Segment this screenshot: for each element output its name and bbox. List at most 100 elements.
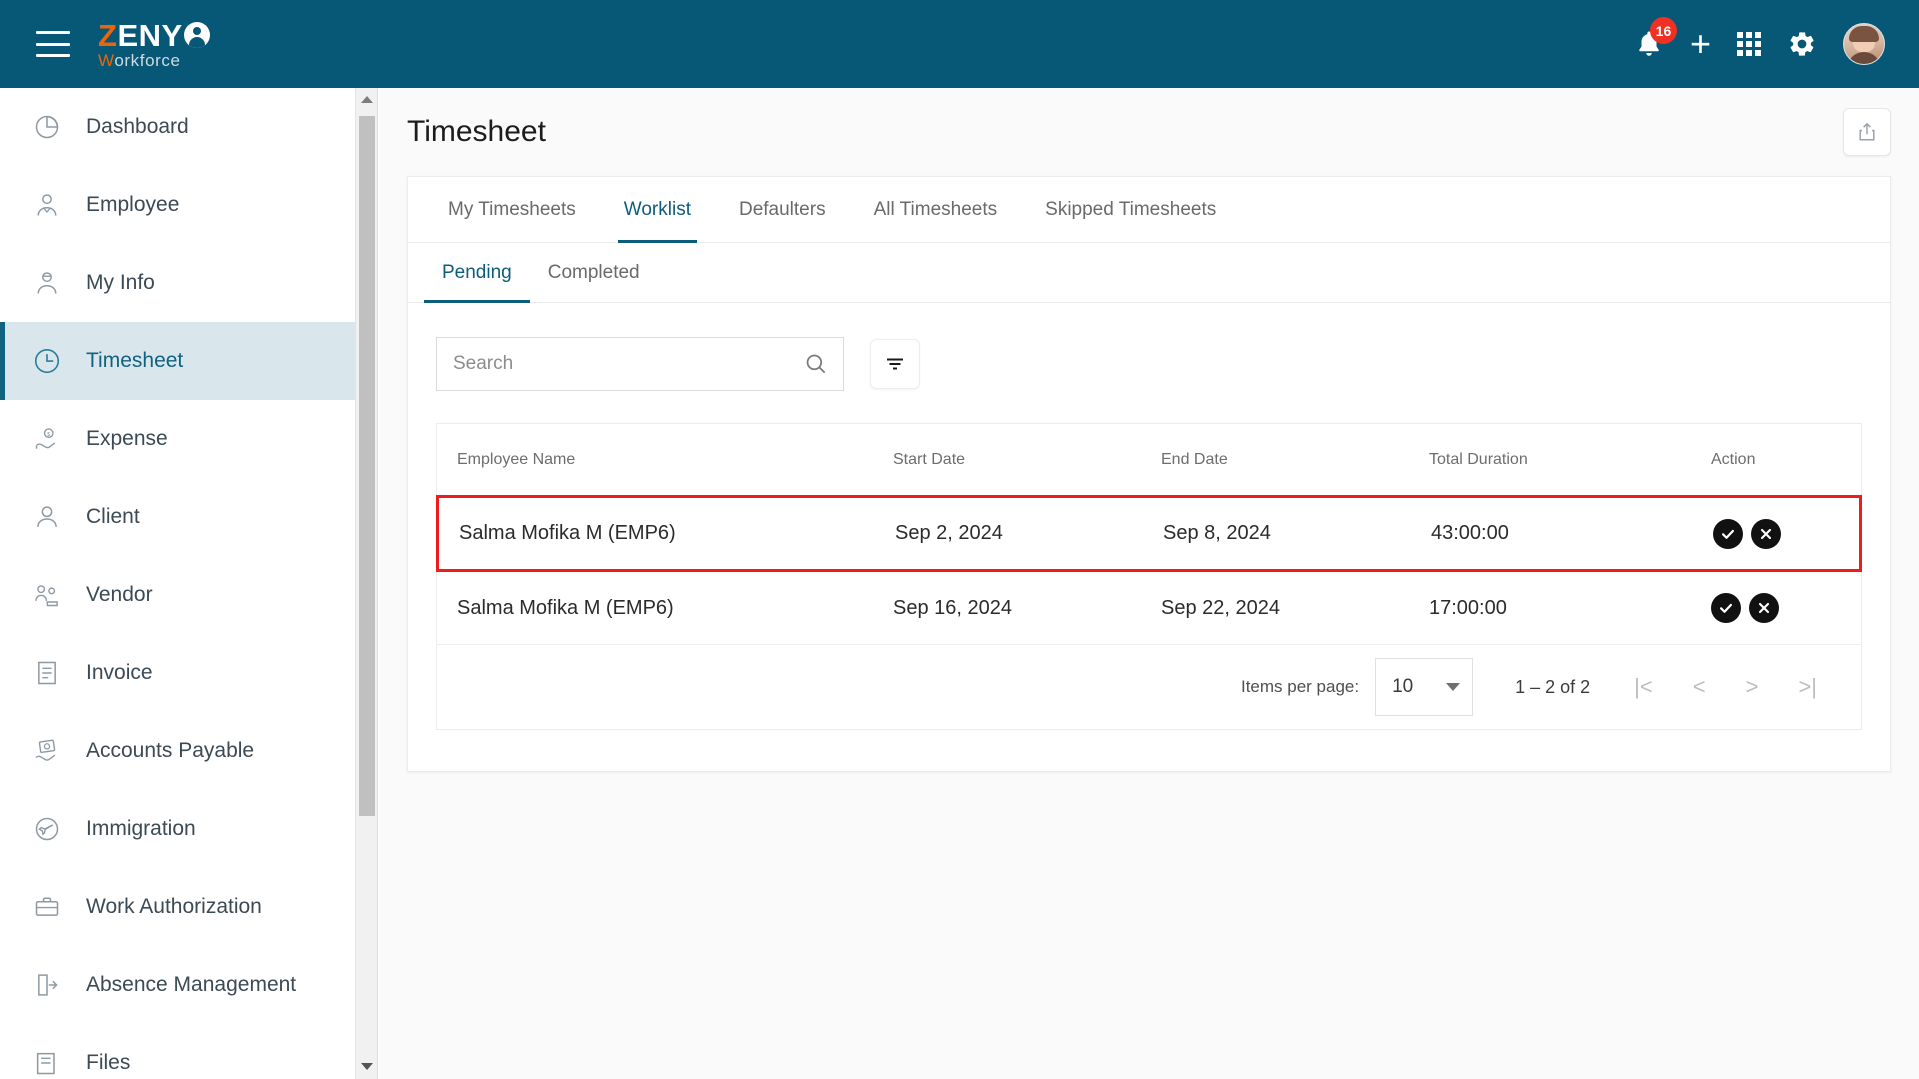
timesheet-tabs: My Timesheets Worklist Defaulters All Ti… (408, 177, 1890, 243)
vendor-icon (30, 578, 64, 612)
sidebar-item-label: Employee (86, 193, 180, 216)
sidebar-item-label: Immigration (86, 817, 196, 840)
pagination-navigation: |< < > >| (1634, 674, 1817, 700)
add-new-button[interactable]: + (1690, 26, 1711, 62)
top-navigation-bar: Z ENY Workforce 16 + (0, 0, 1919, 88)
sidebar-item-label: Accounts Payable (86, 739, 255, 762)
reject-button[interactable] (1751, 518, 1781, 549)
sidebar-item-client[interactable]: Client (0, 478, 355, 556)
logo-sub-w: W (98, 50, 115, 70)
tab-worklist[interactable]: Worklist (600, 177, 715, 243)
sidebar-scrollbar[interactable] (356, 88, 378, 1079)
worklist-subtabs: Pending Completed (408, 243, 1890, 303)
logo-letters-eny: ENY (117, 17, 183, 53)
cell-employee-name: Salma Mofika M (EMP6) (459, 522, 676, 544)
topbar-actions: 16 + (1634, 17, 1885, 65)
hamburger-menu-icon[interactable] (36, 31, 70, 57)
sidebar-item-expense[interactable]: $ Expense (0, 400, 355, 478)
scroll-up-button[interactable] (356, 88, 378, 110)
column-header-action: Action (1711, 450, 1756, 468)
main-content: Timesheet My Timesheets Worklist Default… (379, 88, 1919, 1079)
sidebar-item-label: Absence Management (86, 973, 297, 996)
zenyo-workforce-logo[interactable]: Z ENY Workforce (98, 20, 210, 69)
pie-chart-icon (30, 110, 64, 144)
search-input[interactable] (453, 353, 803, 375)
notifications-button[interactable]: 16 (1634, 17, 1677, 60)
subtab-label: Completed (547, 261, 640, 283)
next-page-button[interactable]: > (1746, 674, 1759, 700)
briefcase-icon (30, 890, 64, 924)
files-icon (30, 1046, 64, 1079)
items-per-page-select[interactable]: 10 (1375, 658, 1474, 716)
notification-count-badge: 16 (1649, 17, 1677, 44)
grid-apps-icon (1737, 32, 1761, 56)
previous-page-button[interactable]: < (1693, 674, 1706, 700)
sidebar-item-files[interactable]: Files (0, 1024, 355, 1079)
sidebar-item-work-authorization[interactable]: Work Authorization (0, 868, 355, 946)
reject-button[interactable] (1749, 593, 1779, 623)
accounts-payable-icon (30, 734, 64, 768)
scrollbar-thumb[interactable] (359, 116, 375, 816)
sidebar-item-dashboard[interactable]: Dashboard (0, 88, 355, 166)
subtab-pending[interactable]: Pending (424, 243, 530, 303)
logo-sub-rest: orkforce (114, 50, 181, 70)
filter-button[interactable] (870, 339, 920, 389)
expense-hand-money-icon: $ (30, 422, 64, 456)
approve-button[interactable] (1713, 518, 1743, 549)
approve-button[interactable] (1711, 593, 1741, 623)
items-per-page-label: Items per page: (1240, 677, 1360, 696)
tab-all-timesheets[interactable]: All Timesheets (850, 177, 1022, 242)
sidebar-item-label: Files (86, 1051, 131, 1074)
pagination-range-label: 1 – 2 of 2 (1515, 676, 1591, 697)
clock-icon (30, 344, 64, 378)
sidebar-item-accounts-payable[interactable]: Accounts Payable (0, 712, 355, 790)
tab-label: My Timesheets (448, 198, 576, 220)
last-page-button[interactable]: >| (1798, 674, 1817, 700)
search-field[interactable] (436, 337, 844, 391)
search-icon[interactable] (803, 351, 829, 377)
sidebar-item-vendor[interactable]: Vendor (0, 556, 355, 634)
table-paginator: Items per page: 10 1 – 2 of 2 |< < > >| (437, 645, 1861, 729)
first-page-button[interactable]: |< (1634, 674, 1653, 700)
sidebar-item-label: Client (86, 505, 140, 528)
logo-letter-z: Z (98, 17, 118, 53)
cell-start-date: Sep 16, 2024 (893, 596, 1012, 619)
tab-my-timesheets[interactable]: My Timesheets (424, 177, 600, 242)
export-button[interactable] (1843, 108, 1891, 156)
check-circle-icon (1720, 603, 1732, 613)
sidebar-item-label: Dashboard (86, 115, 189, 138)
settings-button[interactable] (1787, 29, 1817, 59)
tab-label: Defaulters (738, 198, 826, 220)
sidebar-item-employee[interactable]: Employee (0, 166, 355, 244)
tab-label: Worklist (623, 198, 691, 220)
subtab-label: Pending (442, 261, 512, 283)
timesheet-table: Employee Name Start Date End Date Total … (436, 423, 1862, 730)
timesheet-card: My Timesheets Worklist Defaulters All Ti… (407, 176, 1891, 772)
exit-door-icon (30, 968, 64, 1002)
table-row[interactable]: Salma Mofika M (EMP6) Sep 16, 2024 Sep 2… (437, 572, 1861, 645)
sidebar-item-immigration[interactable]: Immigration (0, 790, 355, 868)
check-circle-icon (1722, 529, 1734, 539)
sidebar-item-timesheet[interactable]: Timesheet (0, 322, 355, 400)
apps-grid-button[interactable] (1737, 32, 1761, 56)
tab-label: Skipped Timesheets (1045, 198, 1217, 220)
tab-defaulters[interactable]: Defaulters (715, 177, 850, 242)
tab-skipped-timesheets[interactable]: Skipped Timesheets (1021, 177, 1240, 242)
sidebar-item-absence-management[interactable]: Absence Management (0, 946, 355, 1024)
user-avatar[interactable] (1843, 23, 1885, 65)
sidebar-item-invoice[interactable]: Invoice (0, 634, 355, 712)
subtab-completed[interactable]: Completed (530, 243, 658, 302)
logo-person-mark-icon (183, 22, 210, 48)
cell-employee-name: Salma Mofika M (EMP6) (457, 596, 674, 619)
sidebar-item-label: Invoice (86, 661, 153, 684)
employee-icon (30, 188, 64, 222)
sidebar-item-label: Timesheet (86, 349, 184, 372)
sidebar-item-label: Vendor (86, 583, 153, 606)
scroll-down-button[interactable] (356, 1055, 378, 1077)
sidebar-item-my-info[interactable]: My Info (0, 244, 355, 322)
sidebar-navigation: Dashboard Employee My Info Timesheet $ E… (0, 88, 356, 1079)
table-row[interactable]: Salma Mofika M (EMP6) Sep 2, 2024 Sep 8,… (436, 495, 1862, 572)
chevron-down-icon (1446, 683, 1461, 691)
cell-start-date: Sep 2, 2024 (895, 522, 1003, 544)
export-share-icon (1859, 122, 1875, 141)
